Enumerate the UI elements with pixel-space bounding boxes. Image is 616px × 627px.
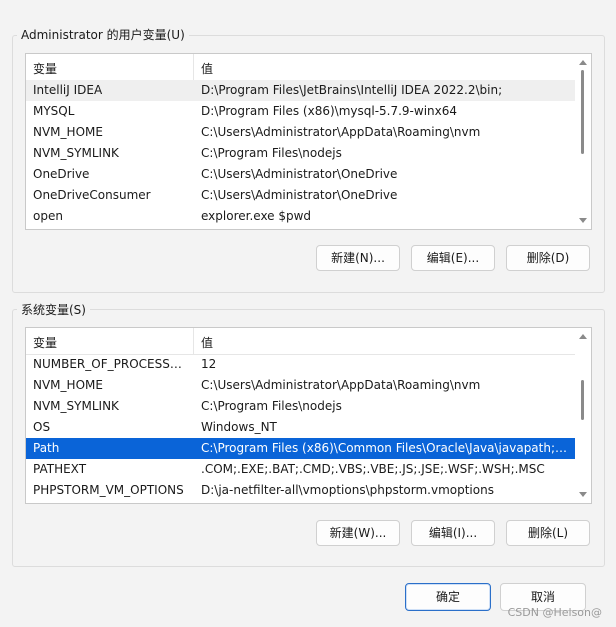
var-name: open bbox=[33, 209, 63, 223]
user-variables-list[interactable]: 变量 值 IntelliJ IDEA D:\Program Files\JetB… bbox=[25, 53, 592, 230]
var-value: C:\Program Files\nodejs bbox=[201, 146, 342, 160]
vertical-scrollbar[interactable] bbox=[575, 328, 591, 503]
scroll-down-arrow-icon[interactable] bbox=[579, 218, 587, 223]
var-value: Windows_NT bbox=[201, 420, 277, 434]
column-header-variable[interactable]: 变量 bbox=[33, 60, 57, 77]
var-name: NUMBER_OF_PROCESSORS bbox=[33, 357, 191, 371]
var-value: .COM;.EXE;.BAT;.CMD;.VBS;.VBE;.JS;.JSE;.… bbox=[201, 462, 545, 476]
table-row[interactable]: open explorer.exe $pwd bbox=[26, 206, 575, 227]
system-new-button[interactable]: 新建(W)... bbox=[316, 520, 400, 546]
var-name: OneDriveConsumer bbox=[33, 188, 151, 202]
table-row[interactable]: OneDrive C:\Users\Administrator\OneDrive bbox=[26, 164, 575, 185]
list-header: 变量 值 bbox=[26, 54, 575, 81]
var-value: D:\Program Files\JetBrains\IntelliJ IDEA… bbox=[201, 83, 503, 97]
column-divider[interactable] bbox=[193, 54, 194, 80]
system-variables-title: 系统变量(S) bbox=[17, 301, 90, 318]
scroll-down-arrow-icon[interactable] bbox=[579, 492, 587, 497]
var-value: explorer.exe $pwd bbox=[201, 209, 312, 223]
table-row[interactable]: NVM_HOME C:\Users\Administrator\AppData\… bbox=[26, 375, 575, 396]
scroll-thumb[interactable] bbox=[581, 70, 584, 154]
var-value: D:\ja-netfilter-all\vmoptions\phpstorm.v… bbox=[201, 483, 494, 497]
scroll-thumb[interactable] bbox=[581, 380, 584, 420]
table-row[interactable]: NVM_HOME C:\Users\Administrator\AppData\… bbox=[26, 122, 575, 143]
var-name: NVM_HOME bbox=[33, 378, 103, 392]
user-variables-title: Administrator 的用户变量(U) bbox=[17, 26, 189, 43]
var-value: C:\Users\Administrator\OneDrive bbox=[201, 188, 398, 202]
var-value: 12 bbox=[201, 357, 217, 371]
ok-button[interactable]: 确定 bbox=[405, 583, 491, 611]
system-variables-list[interactable]: 变量 值 NUMBER_OF_PROCESSORS 12 NVM_HOME C:… bbox=[25, 327, 592, 504]
table-row[interactable]: OS Windows_NT bbox=[26, 417, 575, 438]
var-name: OneDrive bbox=[33, 167, 90, 181]
var-name: MYSQL bbox=[33, 104, 75, 118]
var-value: C:\Program Files (x86)\Common Files\Orac… bbox=[201, 441, 571, 455]
vertical-scrollbar[interactable] bbox=[575, 54, 591, 229]
var-value: C:\Program Files\nodejs bbox=[201, 399, 342, 413]
user-delete-button[interactable]: 删除(D) bbox=[506, 245, 590, 271]
system-delete-button[interactable]: 删除(L) bbox=[506, 520, 590, 546]
var-name: NVM_SYMLINK bbox=[33, 399, 119, 413]
scroll-up-arrow-icon[interactable] bbox=[579, 60, 587, 65]
var-value: D:\Program Files (x86)\mysql-5.7.9-winx6… bbox=[201, 104, 458, 118]
watermark: CSDN @Helson@ bbox=[507, 606, 602, 619]
system-edit-button[interactable]: 编辑(I)... bbox=[411, 520, 495, 546]
var-name: NVM_HOME bbox=[33, 125, 103, 139]
var-name: Path bbox=[33, 441, 60, 455]
var-name: PATHEXT bbox=[33, 462, 87, 476]
scroll-up-arrow-icon[interactable] bbox=[579, 334, 587, 339]
table-row[interactable]: OneDriveConsumer C:\Users\Administrator\… bbox=[26, 185, 575, 206]
var-value: C:\Users\Administrator\AppData\Roaming\n… bbox=[201, 125, 481, 139]
table-row[interactable]: PHPSTORM_VM_OPTIONS D:\ja-netfilter-all\… bbox=[26, 480, 575, 501]
list-header: 变量 值 bbox=[26, 328, 575, 355]
table-row[interactable]: PATHEXT .COM;.EXE;.BAT;.CMD;.VBS;.VBE;.J… bbox=[26, 459, 575, 480]
user-new-button[interactable]: 新建(N)... bbox=[316, 245, 400, 271]
column-header-variable[interactable]: 变量 bbox=[33, 334, 57, 351]
column-header-value[interactable]: 值 bbox=[201, 334, 213, 351]
table-row[interactable]: NVM_SYMLINK C:\Program Files\nodejs bbox=[26, 396, 575, 417]
var-name: PHPSTORM_VM_OPTIONS bbox=[33, 483, 184, 497]
var-name: IntelliJ IDEA bbox=[33, 83, 103, 97]
var-name: NVM_SYMLINK bbox=[33, 146, 119, 160]
table-row[interactable]: MYSQL D:\Program Files (x86)\mysql-5.7.9… bbox=[26, 101, 575, 122]
var-value: C:\Users\Administrator\OneDrive bbox=[201, 167, 398, 181]
var-name: OS bbox=[33, 420, 51, 434]
table-row[interactable]: NUMBER_OF_PROCESSORS 12 bbox=[26, 354, 575, 375]
table-row[interactable]: IntelliJ IDEA D:\Program Files\JetBrains… bbox=[26, 80, 575, 101]
column-divider[interactable] bbox=[193, 328, 194, 354]
var-value: C:\Users\Administrator\AppData\Roaming\n… bbox=[201, 378, 481, 392]
column-header-value[interactable]: 值 bbox=[201, 60, 213, 77]
table-row-selected[interactable]: Path C:\Program Files (x86)\Common Files… bbox=[26, 438, 575, 459]
user-edit-button[interactable]: 编辑(E)... bbox=[411, 245, 495, 271]
table-row[interactable]: NVM_SYMLINK C:\Program Files\nodejs bbox=[26, 143, 575, 164]
